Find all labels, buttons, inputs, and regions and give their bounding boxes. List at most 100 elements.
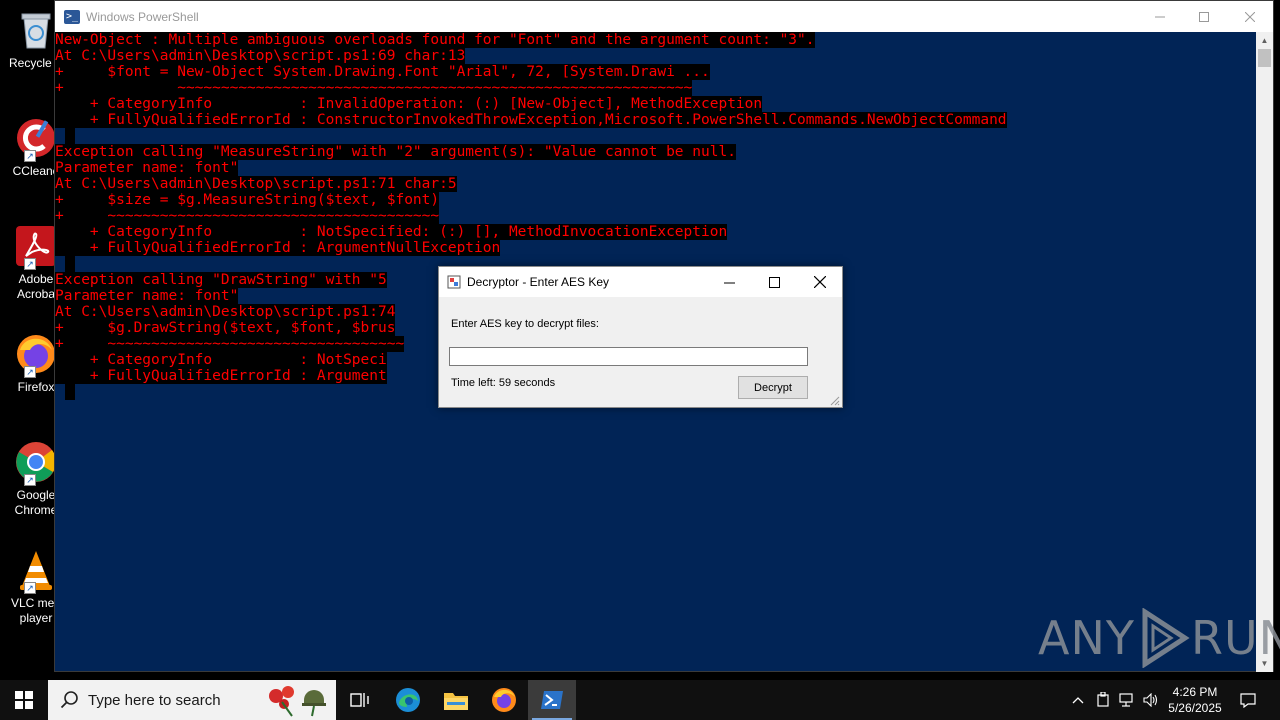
play-logo-icon (1142, 608, 1190, 668)
resize-grip-icon[interactable] (828, 393, 840, 406)
console-line: At C:\Users\admin\Desktop\script.ps1:71 … (55, 176, 1257, 192)
console-line-text: Parameter name: font" (55, 160, 239, 176)
search-placeholder: Type here to search (88, 691, 221, 709)
prompt-label: Enter AES key to decrypt files: (451, 318, 599, 330)
console-line: + ~~~~~~~~~~~~~~~~~~~~~~~~~~~~~~~~~~~~~~… (55, 80, 1257, 96)
console-line: Parameter name: font" (55, 160, 1257, 176)
taskbar-app-firefox[interactable] (480, 680, 528, 720)
maximize-button[interactable] (751, 267, 797, 297)
console-line-text: Parameter name: font" (55, 288, 239, 304)
start-button[interactable] (0, 680, 48, 720)
clock-date: 5/26/2025 (1168, 701, 1222, 715)
search-highlight-icon (269, 686, 326, 717)
console-line-text: New-Object : Multiple ambiguous overload… (55, 32, 815, 48)
decrypt-button[interactable]: Decrypt (738, 376, 808, 399)
console-line-text: At C:\Users\admin\Desktop\script.ps1:69 … (55, 48, 466, 64)
folder-icon (444, 693, 468, 710)
powershell-icon (541, 691, 563, 709)
console-line: + CategoryInfo : InvalidOperation: (:) [… (55, 96, 1257, 112)
close-button[interactable] (1227, 1, 1273, 32)
edge-icon (396, 688, 420, 712)
taskbar-app-edge[interactable] (384, 680, 432, 720)
volume-icon (1143, 693, 1158, 707)
adobe-acrobat-icon: ↗ (14, 224, 58, 270)
desktop-icon-label: Google Chrome (14, 488, 58, 517)
decryptor-dialog[interactable]: Decryptor - Enter AES Key Enter AES key … (438, 266, 843, 408)
console-line-text: + ~~~~~~~~~~~~~~~~~~~~~~~~~~~~~~~~~~ (55, 336, 405, 352)
maximize-button[interactable] (1181, 1, 1227, 32)
windows-logo-icon (15, 691, 33, 709)
console-selection-gap (65, 128, 75, 144)
taskbar: Type here to search 4:26 PM 5/26/2025 (0, 680, 1280, 720)
show-hidden-icons-button[interactable] (1066, 680, 1090, 720)
console-line-text: + ~~~~~~~~~~~~~~~~~~~~~~~~~~~~~~~~~~~~~~ (55, 208, 440, 224)
scroll-up-icon[interactable]: ▲ (1256, 32, 1273, 49)
console-line-text: + CategoryInfo : NotSpeci (55, 352, 387, 368)
time-left-label: Time left: 59 seconds (451, 377, 556, 389)
close-button[interactable] (797, 267, 843, 297)
task-view-button[interactable] (336, 680, 384, 720)
taskbar-app-file-explorer[interactable] (432, 680, 480, 720)
dialog-titlebar[interactable]: Decryptor - Enter AES Key (439, 267, 842, 297)
powershell-titlebar[interactable]: >_ Windows PowerShell (55, 1, 1273, 32)
minimize-button[interactable] (1137, 1, 1183, 32)
taskbar-app-powershell[interactable] (528, 680, 576, 720)
clock-time: 4:26 PM (1172, 685, 1218, 699)
search-icon (60, 691, 78, 709)
console-selection-gap (65, 256, 75, 272)
search-box[interactable]: Type here to search (48, 680, 336, 720)
taskbar-clock[interactable]: 4:26 PM 5/26/2025 (1160, 680, 1230, 720)
device-icon (1097, 692, 1109, 707)
scrollbar-thumb[interactable] (1258, 49, 1271, 67)
console-line: + ~~~~~~~~~~~~~~~~~~~~~~~~~~~~~~~~~~~~~~ (55, 208, 1257, 224)
firefox-icon (492, 688, 516, 712)
console-line: Exception calling "MeasureString" with "… (55, 144, 1257, 160)
console-line: + $size = $g.MeasureString($text, $font) (55, 192, 1257, 208)
vlc-icon: ↗ (14, 548, 58, 594)
console-line-text: Exception calling "MeasureString" with "… (55, 144, 736, 160)
console-selection-gap (65, 384, 75, 400)
console-line: At C:\Users\admin\Desktop\script.ps1:69 … (55, 48, 1257, 64)
window-title: Windows PowerShell (86, 9, 199, 24)
console-line-text: Exception calling "DrawString" with "5 (55, 272, 387, 288)
vertical-scrollbar[interactable]: ▲ ▼ (1256, 32, 1273, 672)
anyrun-watermark: ANY RUN (1038, 608, 1280, 668)
notification-icon (1240, 693, 1256, 708)
console-line-text: + FullyQualifiedErrorId : Argument (55, 368, 387, 384)
console-line (55, 128, 1257, 144)
console-line-text: + FullyQualifiedErrorId : ArgumentNullEx… (55, 240, 501, 256)
console-line-text: + CategoryInfo : NotSpecified: (:) [], M… (55, 224, 728, 240)
console-line-text: + CategoryInfo : InvalidOperation: (:) [… (55, 96, 763, 112)
notifications-button[interactable] (1234, 680, 1262, 720)
minimize-button[interactable] (706, 267, 752, 297)
console-line: New-Object : Multiple ambiguous overload… (55, 32, 1257, 48)
desktop-icon-label: CCleane (12, 164, 60, 178)
network-icon (1119, 693, 1133, 707)
tray-network-button[interactable] (1116, 680, 1138, 720)
task-view-icon (350, 693, 369, 707)
console-line-text: + $g.DrawString($text, $font, $brus (55, 320, 396, 336)
console-line-text: + $font = New-Object System.Drawing.Font… (55, 64, 710, 80)
tray-volume-button[interactable] (1140, 680, 1162, 720)
desktop-icon-label: Firefox (17, 380, 55, 394)
console-line: + $font = New-Object System.Drawing.Font… (55, 64, 1257, 80)
console-line: + CategoryInfo : NotSpecified: (:) [], M… (55, 224, 1257, 240)
aes-key-input[interactable] (449, 347, 808, 366)
firefox-icon: ↗ (14, 332, 58, 378)
console-line: + FullyQualifiedErrorId : ArgumentNullEx… (55, 240, 1257, 256)
console-line-text: + $size = $g.MeasureString($text, $font) (55, 192, 440, 208)
powershell-icon: >_ (64, 9, 80, 24)
recycle-bin-icon (14, 8, 58, 52)
console-line-text: + FullyQualifiedErrorId : ConstructorInv… (55, 112, 1007, 128)
console-line: + FullyQualifiedErrorId : ConstructorInv… (55, 112, 1257, 128)
console-line-text: At C:\Users\admin\Desktop\script.ps1:74 (55, 304, 396, 320)
desktop-icon-label: Adobe Acroba (16, 272, 56, 301)
console-line-text: + ~~~~~~~~~~~~~~~~~~~~~~~~~~~~~~~~~~~~~~… (55, 80, 693, 96)
watermark-text-left: ANY (1038, 611, 1135, 665)
console-line-text: At C:\Users\admin\Desktop\script.ps1:71 … (55, 176, 457, 192)
tray-device-button[interactable] (1092, 680, 1114, 720)
watermark-text-right: RUN (1190, 611, 1280, 665)
ccleaner-icon: ↗ (14, 116, 58, 162)
chevron-up-icon (1072, 697, 1084, 704)
app-icon (447, 275, 461, 289)
